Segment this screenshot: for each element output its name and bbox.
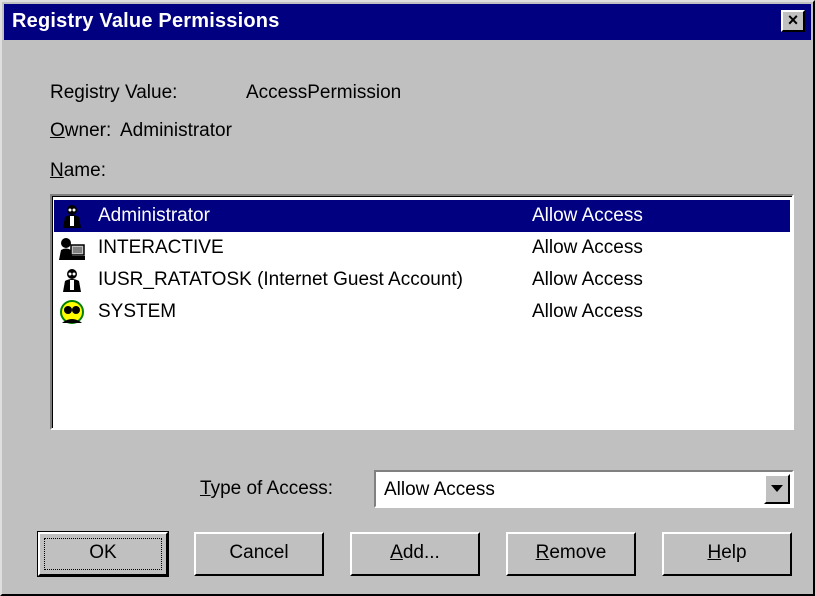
cancel-button[interactable]: Cancel [194, 532, 324, 576]
account-name: IUSR_RATATOSK (Internet Guest Account) [98, 269, 464, 290]
owner-label-mnemonic: O [50, 120, 65, 141]
remove-label-rest: emove [549, 542, 607, 563]
name-label-mnemonic: N [50, 160, 64, 181]
help-button[interactable]: Help [662, 532, 792, 576]
add-button[interactable]: Add... [350, 532, 480, 576]
account-list[interactable]: Administrator Allow Access INTERACTIVE A… [50, 194, 794, 430]
dropdown-button[interactable] [764, 474, 790, 504]
name-label-rest: ame: [63, 160, 106, 181]
account-name: INTERACTIVE [98, 237, 224, 258]
ok-button[interactable]: OK [37, 531, 169, 577]
remove-mnemonic: R [535, 542, 550, 563]
account-access: Allow Access [532, 205, 643, 226]
user-icon [63, 205, 81, 228]
account-access: Allow Access [532, 301, 643, 322]
dialog-title: Registry Value Permissions [12, 10, 280, 32]
close-icon: × [787, 10, 799, 30]
type-of-access-label: Type of Access: [200, 478, 333, 500]
title-bar[interactable]: Registry Value Permissions × [4, 4, 811, 40]
close-button[interactable]: × [781, 10, 805, 32]
type-of-access-label-rest: ype of Access: [210, 478, 334, 499]
type-of-access-dropdown[interactable]: Allow Access [374, 470, 794, 508]
account-row-administrator[interactable]: Administrator Allow Access [54, 200, 790, 232]
add-mnemonic: A [390, 542, 403, 563]
account-row-system[interactable]: SYSTEM Allow Access [54, 296, 790, 328]
chevron-down-icon [771, 485, 783, 492]
registry-value-permissions-dialog: Registry Value Permissions × Registry Va… [0, 0, 815, 596]
name-label: Name: [50, 160, 106, 182]
account-name: Administrator [98, 205, 210, 226]
account-access: Allow Access [532, 237, 643, 258]
account-access: Allow Access [532, 269, 643, 290]
type-of-access-mnemonic: T [200, 478, 211, 499]
owner-label-rest: wner: [64, 120, 112, 141]
help-label-rest: elp [721, 542, 747, 563]
owner-value: Administrator [120, 120, 232, 141]
account-row-iusr-ratatosk[interactable]: IUSR_RATATOSK (Internet Guest Account) A… [54, 264, 790, 296]
add-label-rest: dd... [402, 542, 440, 563]
focus-rectangle [44, 538, 162, 570]
account-row-interactive[interactable]: INTERACTIVE Allow Access [54, 232, 790, 264]
owner-label: Owner: [50, 120, 111, 142]
registry-value-text: AccessPermission [246, 82, 402, 103]
cancel-label: Cancel [229, 542, 289, 563]
account-name: SYSTEM [98, 301, 177, 322]
system-group-icon [60, 300, 84, 324]
registry-value-label: Registry Value: [50, 82, 178, 103]
user-icon [63, 269, 81, 292]
interactive-group-icon [59, 238, 85, 260]
type-of-access-value: Allow Access [384, 479, 495, 500]
help-mnemonic: H [707, 542, 722, 563]
remove-button[interactable]: Remove [506, 532, 636, 576]
